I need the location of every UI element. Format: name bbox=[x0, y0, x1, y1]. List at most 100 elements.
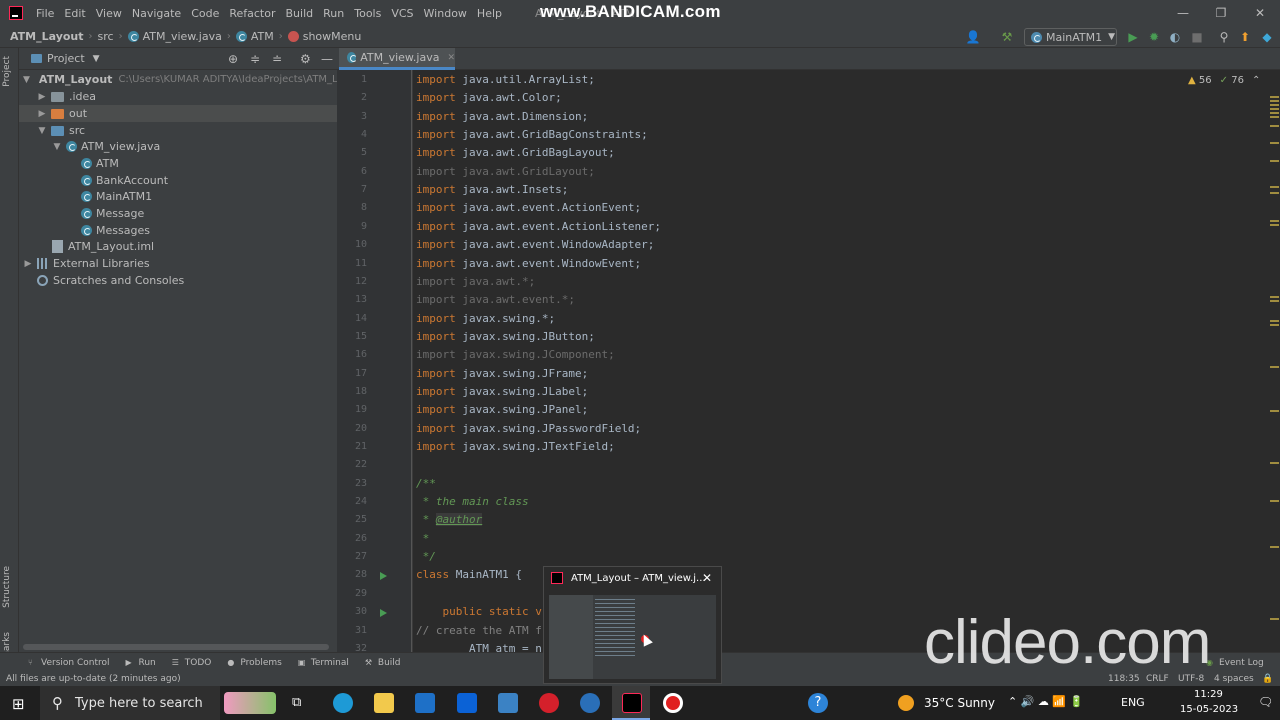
todo-tab[interactable]: ☰ TODO bbox=[172, 658, 212, 668]
user-icon[interactable]: 👤 bbox=[966, 30, 981, 44]
stripe-mark[interactable] bbox=[1270, 320, 1279, 322]
close-icon[interactable]: ✕ bbox=[702, 571, 712, 585]
minimize-button[interactable]: — bbox=[1163, 0, 1203, 26]
tree-item-scratches[interactable]: Scratches and Consoles bbox=[19, 272, 337, 289]
code-editor[interactable]: import java.util.ArrayList; import java.a… bbox=[412, 70, 1268, 652]
taskbar-thumbnail-preview[interactable]: ATM_Layout – ATM_view.j... ✕ bbox=[543, 566, 722, 684]
help-icon[interactable]: ? bbox=[808, 693, 828, 713]
stripe-mark[interactable] bbox=[1270, 410, 1279, 412]
weather-text[interactable]: 35°C Sunny bbox=[924, 696, 995, 710]
tree-item-bankaccount[interactable]: BankAccount bbox=[19, 172, 337, 189]
build-tab[interactable]: ⚒ Build bbox=[365, 658, 401, 668]
debug-icon[interactable]: ✹ bbox=[1147, 30, 1161, 44]
update-icon[interactable]: ⬆ bbox=[1238, 30, 1252, 44]
menu-code[interactable]: Code bbox=[186, 7, 224, 20]
run-tab[interactable]: ▶ Run bbox=[126, 658, 156, 668]
taskbar-search[interactable]: ⚲ Type here to search bbox=[40, 686, 220, 720]
project-view-select[interactable]: Project bbox=[47, 52, 85, 65]
stripe-mark[interactable] bbox=[1270, 142, 1279, 144]
chat-app-icon[interactable] bbox=[580, 693, 600, 713]
stripe-mark[interactable] bbox=[1270, 300, 1279, 302]
run-configuration-select[interactable]: MainATM1 ▼ bbox=[1024, 28, 1117, 46]
stripe-mark[interactable] bbox=[1270, 108, 1279, 110]
plugin-logo-icon[interactable]: ◆ bbox=[1260, 30, 1274, 44]
stripe-mark[interactable] bbox=[1270, 224, 1279, 226]
indent-setting[interactable]: 4 spaces bbox=[1214, 674, 1254, 684]
menu-view[interactable]: View bbox=[91, 7, 127, 20]
tab-atm-view-java[interactable]: ATM_view.java ✕ bbox=[339, 48, 455, 70]
terminal-tab[interactable]: ▣ Terminal bbox=[298, 658, 349, 668]
stripe-mark[interactable] bbox=[1270, 100, 1279, 102]
stripe-mark[interactable] bbox=[1270, 296, 1279, 298]
menu-tools[interactable]: Tools bbox=[349, 7, 386, 20]
build-hammer-icon[interactable]: ⚒ bbox=[1000, 30, 1014, 44]
project-tool-tab[interactable]: Project bbox=[2, 56, 12, 87]
stripe-mark[interactable] bbox=[1270, 96, 1279, 98]
windows-start-icon[interactable]: ⊞ bbox=[12, 695, 25, 713]
notifications-icon[interactable]: 🗨 bbox=[1258, 695, 1273, 709]
collapse-all-icon[interactable]: ≐ bbox=[272, 52, 282, 66]
version-control-tab[interactable]: ⑂ Version Control bbox=[28, 658, 110, 668]
opera-icon[interactable] bbox=[539, 693, 559, 713]
menu-navigate[interactable]: Navigate bbox=[127, 7, 186, 20]
chevron-down-icon[interactable]: ▼ bbox=[93, 54, 100, 64]
horizontal-scrollbar[interactable] bbox=[23, 644, 329, 650]
tree-item-out[interactable]: ▶ out bbox=[19, 105, 337, 122]
stripe-mark[interactable] bbox=[1270, 112, 1279, 114]
search-icon[interactable]: ⚲ bbox=[1217, 30, 1231, 44]
structure-tool-tab[interactable]: Structure bbox=[2, 566, 12, 608]
menu-vcs[interactable]: VCS bbox=[386, 7, 418, 20]
edge-browser-icon[interactable] bbox=[333, 693, 353, 713]
dropbox-icon[interactable] bbox=[457, 693, 477, 713]
tree-item-mainatm1[interactable]: MainATM1 bbox=[19, 188, 337, 205]
menu-refactor[interactable]: Refactor bbox=[224, 7, 280, 20]
run-gutter-icon[interactable] bbox=[380, 572, 387, 581]
stripe-mark[interactable] bbox=[1270, 546, 1279, 548]
close-tab-icon[interactable]: ✕ bbox=[447, 53, 455, 63]
lotus-widget-icon[interactable] bbox=[224, 692, 276, 714]
stripe-mark[interactable] bbox=[1270, 116, 1279, 118]
gear-icon[interactable]: ⚙ bbox=[300, 52, 311, 66]
tree-root[interactable]: ▼ ATM_Layout C:\Users\KUMAR ADITYA\IdeaP… bbox=[19, 71, 337, 88]
tree-item-idea[interactable]: ▶ .idea bbox=[19, 88, 337, 105]
photos-icon[interactable] bbox=[498, 693, 518, 713]
stripe-mark[interactable] bbox=[1270, 160, 1279, 162]
stripe-mark[interactable] bbox=[1270, 104, 1279, 106]
menu-help[interactable]: Help bbox=[472, 7, 507, 20]
menu-file[interactable]: File bbox=[31, 7, 59, 20]
stop-icon[interactable]: ■ bbox=[1190, 30, 1204, 44]
hide-panel-icon[interactable]: — bbox=[321, 52, 333, 66]
locate-file-icon[interactable]: ⊕ bbox=[228, 52, 238, 66]
file-explorer-icon[interactable] bbox=[374, 693, 394, 713]
run-icon[interactable]: ▶ bbox=[1126, 30, 1140, 44]
clock-time[interactable]: 11:29 bbox=[1194, 689, 1223, 700]
run-gutter-icon[interactable] bbox=[380, 609, 387, 618]
chevron-up-icon[interactable]: ⌃ bbox=[1252, 75, 1260, 86]
breadcrumb-method[interactable]: showMenu bbox=[303, 30, 362, 43]
menu-edit[interactable]: Edit bbox=[59, 7, 90, 20]
problems-tab[interactable]: ● Problems bbox=[227, 658, 281, 668]
expand-all-icon[interactable]: ≑ bbox=[250, 52, 260, 66]
mail-icon[interactable] bbox=[415, 693, 435, 713]
menu-build[interactable]: Build bbox=[281, 7, 319, 20]
stripe-mark[interactable] bbox=[1270, 324, 1279, 326]
tray-icons[interactable]: ⌃ 🔊 ☁ 📶 🔋 bbox=[1008, 695, 1083, 708]
breadcrumb-project[interactable]: ATM_Layout bbox=[10, 30, 84, 43]
breadcrumb-file[interactable]: ATM_view.java bbox=[143, 30, 222, 43]
tree-item-iml[interactable]: ATM_Layout.iml bbox=[19, 238, 337, 255]
stripe-mark[interactable] bbox=[1270, 462, 1279, 464]
stripe-mark[interactable] bbox=[1270, 618, 1279, 620]
breadcrumb-class[interactable]: ATM bbox=[251, 30, 274, 43]
tree-item-atm-view[interactable]: ▼ ATM_view.java bbox=[19, 138, 337, 155]
lock-icon[interactable]: 🔒 bbox=[1262, 674, 1273, 684]
menu-run[interactable]: Run bbox=[318, 7, 349, 20]
tree-item-messages[interactable]: Messages bbox=[19, 222, 337, 239]
maximize-button[interactable]: ❐ bbox=[1201, 0, 1241, 26]
bandicam-record-icon[interactable] bbox=[663, 693, 683, 713]
stripe-mark[interactable] bbox=[1270, 125, 1279, 127]
clock-date[interactable]: 15-05-2023 bbox=[1180, 704, 1238, 715]
tree-item-message[interactable]: Message bbox=[19, 205, 337, 222]
coverage-icon[interactable]: ◐ bbox=[1168, 30, 1182, 44]
stripe-mark[interactable] bbox=[1270, 366, 1279, 368]
input-language[interactable]: ENG bbox=[1121, 696, 1145, 709]
